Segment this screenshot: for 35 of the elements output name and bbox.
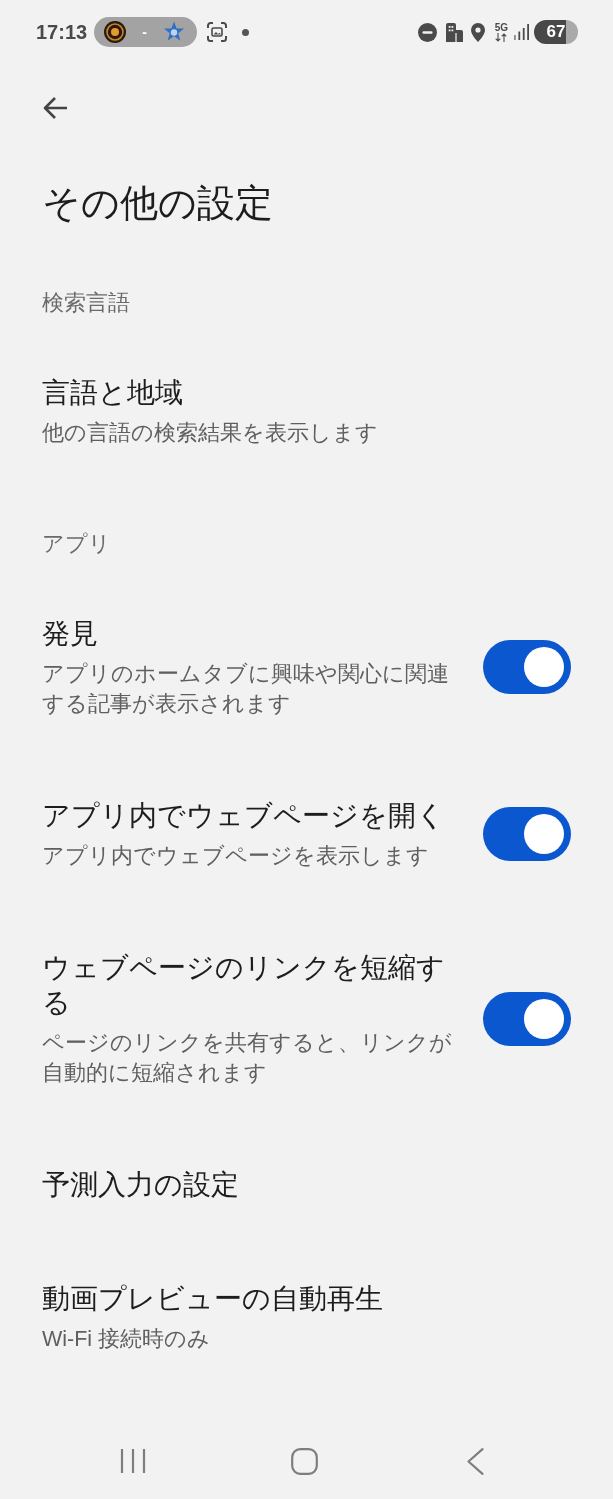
- live-score-chip[interactable]: -: [94, 17, 198, 47]
- section-header: 検索言語: [41, 290, 131, 317]
- building-icon: [445, 22, 463, 42]
- battery-indicator: 67: [534, 20, 578, 44]
- screenshot-icon: [207, 22, 228, 42]
- setting-description: アプリのホームタブに興味や関心に関連する記事が表示されます: [42, 660, 450, 718]
- data-activity-icon: [495, 32, 508, 42]
- setting-description: 他の言語の検索結果を表示します: [42, 419, 379, 447]
- setting-description: アプリ内でウェブページを表示します: [42, 842, 430, 870]
- setting-description: Wi-Fi 接続時のみ: [42, 1325, 212, 1353]
- recent-apps-icon[interactable]: [120, 1448, 146, 1474]
- toggle-switch[interactable]: [483, 991, 571, 1046]
- home-icon[interactable]: [291, 1447, 318, 1475]
- section-header: アプリ: [41, 531, 112, 558]
- star-emblem-icon: [163, 21, 186, 43]
- notification-dot-icon: [242, 28, 250, 36]
- back-arrow-icon[interactable]: [42, 96, 68, 120]
- setting-title: 予測入力の設定: [42, 1167, 240, 1202]
- back-icon[interactable]: [467, 1447, 484, 1475]
- page-title: その他の設定: [42, 181, 274, 226]
- toggle-switch[interactable]: [483, 640, 571, 694]
- do-not-disturb-icon: [417, 22, 437, 42]
- setting-description: ページのリンクを共有すると、リンクが自動的に短縮されます: [42, 1029, 453, 1087]
- setting-title: 動画プレビューの自動再生: [42, 1281, 384, 1316]
- setting-title: アプリ内でウェブページを開く: [42, 798, 446, 833]
- clock-time: 17:13: [36, 22, 88, 42]
- setting-title: 発見: [42, 616, 99, 651]
- setting-title: 言語と地域: [42, 375, 184, 410]
- location-pin-icon: [470, 22, 485, 42]
- round-emblem-icon: [104, 21, 127, 43]
- signal-icon: [514, 24, 529, 40]
- network-type: 5G: [494, 22, 508, 33]
- score-dash: -: [142, 25, 147, 39]
- setting-title: ウェブページのリンクを短縮する: [42, 950, 446, 1020]
- toggle-switch[interactable]: [483, 807, 571, 861]
